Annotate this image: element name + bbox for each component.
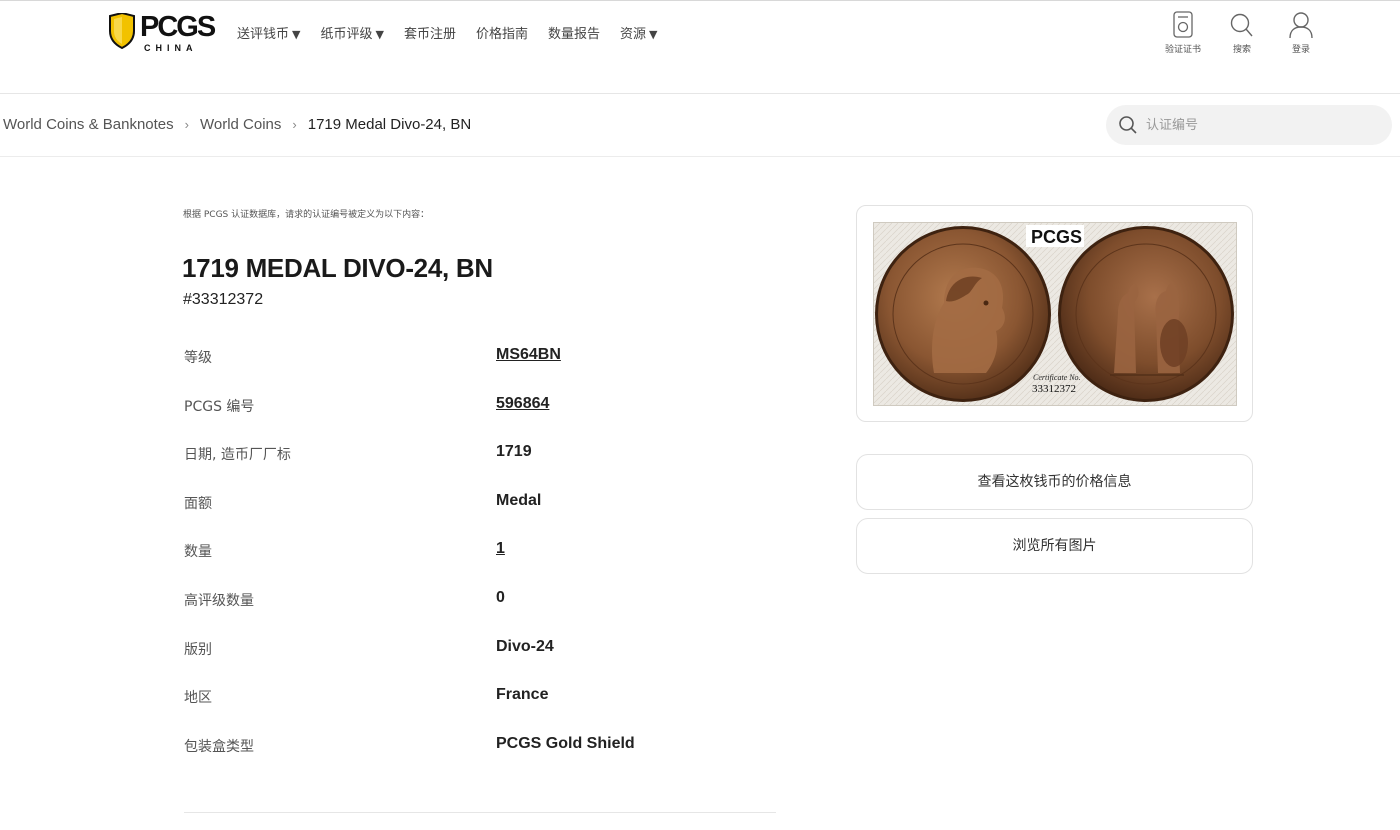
breadcrumb-separator-icon: › [184, 117, 189, 132]
spec-value: PCGS Gold Shield [496, 734, 635, 752]
verify-cert-button[interactable]: 验证证书 [1160, 11, 1206, 55]
nav-population-report[interactable]: 数量报告 [548, 23, 600, 42]
user-icon [1289, 12, 1313, 39]
nav-set-registry[interactable]: 套币注册 [404, 23, 456, 42]
grade-link[interactable]: MS64BN [496, 346, 561, 364]
slab-pcgs-logo: PCGS [1026, 225, 1084, 247]
breadcrumb-bar: World Coins & Banknotes › World Coins › … [0, 94, 1400, 157]
logo-subtitle: CHINA [144, 43, 198, 53]
pcgs-china-logo[interactable]: PCGS CHINA [108, 11, 216, 55]
nav-submit-coins[interactable]: 送评钱币 ▼ [237, 23, 300, 42]
top-header: PCGS CHINA 送评钱币 ▼ 纸币评级 ▼ 套币注册 价格指南 数量报告 资源… [0, 0, 1400, 94]
spec-row-holder-type: 包装盒类型 PCGS Gold Shield [184, 722, 784, 771]
spec-label: 等级 [184, 350, 212, 366]
verify-cert-label: 验证证书 [1164, 45, 1201, 55]
spec-label: 日期, 造币厂厂标 [184, 447, 291, 464]
nav-resources[interactable]: 资源 ▼ [620, 23, 657, 42]
login-button[interactable]: 登录 [1278, 11, 1324, 55]
breadcrumb-current: 1719 Medal Divo-24, BN [307, 116, 472, 133]
spec-label: 高评级数量 [184, 592, 254, 609]
spec-row-denomination: 面额 Medal [184, 479, 784, 528]
spec-label: 包装盒类型 [184, 738, 254, 755]
population-link[interactable]: 1 [496, 540, 505, 558]
spec-value: Divo-24 [496, 637, 554, 655]
logo-wordmark: PCGS [140, 11, 216, 43]
spec-table: 等级 MS64BN PCGS 编号 596864 日期, 造币厂厂标 1719 … [184, 333, 784, 770]
spec-row-pop-higher: 高评级数量 0 [184, 576, 784, 625]
nav-banknote-grading[interactable]: 纸币评级 ▼ [320, 23, 383, 42]
search-label: 搜索 [1232, 45, 1251, 55]
obverse-coin [875, 226, 1051, 402]
search-icon [1119, 116, 1137, 134]
spec-row-population: 数量 1 [184, 527, 784, 576]
reverse-coin [1058, 226, 1234, 402]
page-title: 1719 MEDAL DIVO-24, BN [182, 253, 493, 283]
main-nav: 送评钱币 ▼ 纸币评级 ▼ 套币注册 价格指南 数量报告 资源 ▼ [237, 23, 678, 42]
nav-price-guide[interactable]: 价格指南 [476, 23, 528, 42]
login-label: 登录 [1291, 45, 1310, 55]
cert-number-input[interactable] [1146, 113, 1376, 137]
chevron-down-icon: ▼ [292, 28, 301, 41]
pcgs-number-link[interactable]: 596864 [496, 395, 549, 413]
spec-row-variety: 版别 Divo-24 [184, 625, 784, 674]
spec-row-pcgs-number: PCGS 编号 596864 [184, 382, 784, 431]
coin-slab-image[interactable]: PCGS Certificate No. 33312372 [873, 222, 1237, 406]
price-info-button[interactable]: 查看这枚钱币的价格信息 [856, 454, 1253, 510]
spec-value: 1719 [496, 443, 532, 461]
search-icon [1230, 13, 1253, 37]
spec-label: 数量 [184, 544, 212, 561]
spec-row-region: 地区 France [184, 673, 784, 722]
chevron-down-icon: ▼ [649, 28, 658, 41]
spec-row-date-mintmark: 日期, 造币厂厂标 1719 [184, 430, 784, 479]
coin-image-card[interactable]: PCGS Certificate No. 33312372 [856, 205, 1253, 422]
header-tools: 验证证书 搜索 登录 [1160, 11, 1337, 55]
intro-text: 根据 PCGS 认证数据库，请求的认证编号被定义为以下内容： [183, 210, 430, 220]
spec-label: 版别 [184, 641, 212, 658]
cert-search-box [1106, 105, 1392, 145]
spec-label: PCGS 编号 [184, 398, 255, 415]
browse-images-button[interactable]: 浏览所有图片 [856, 518, 1253, 574]
coin-photo: PCGS Certificate No. 33312372 [874, 223, 1236, 405]
spec-value: Medal [496, 491, 542, 509]
svg-text:PCGS: PCGS [1031, 227, 1082, 247]
breadcrumb-world-coins-banknotes[interactable]: World Coins & Banknotes [3, 116, 174, 133]
spec-row-grade: 等级 MS64BN [184, 333, 784, 382]
slab-cert-label: Certificate No. [1033, 373, 1081, 382]
gold-shield-icon [109, 13, 135, 49]
header-search-button[interactable]: 搜索 [1219, 11, 1265, 55]
divider [184, 812, 776, 813]
certificate-icon [1173, 11, 1193, 38]
spec-value: 0 [496, 588, 505, 606]
breadcrumb-separator-icon: › [292, 117, 297, 132]
spec-value: France [496, 686, 549, 704]
breadcrumb: World Coins & Banknotes › World Coins › … [3, 116, 471, 133]
breadcrumb-world-coins[interactable]: World Coins [200, 116, 281, 133]
chevron-down-icon: ▼ [375, 28, 384, 41]
cert-number: #33312372 [183, 291, 264, 308]
slab-cert-number: 33312372 [1032, 383, 1076, 395]
spec-label: 地区 [184, 690, 212, 707]
spec-label: 面额 [184, 495, 212, 512]
